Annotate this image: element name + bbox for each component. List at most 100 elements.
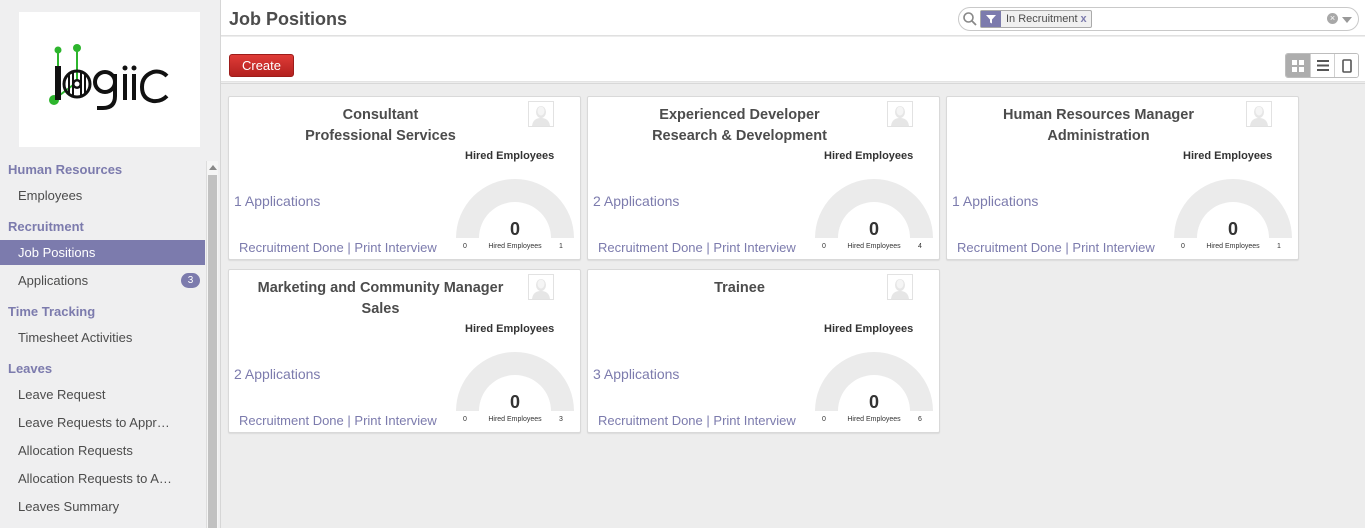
company-logo[interactable] xyxy=(19,12,200,147)
gauge-value: 0 xyxy=(868,219,879,239)
gauge-value: 0 xyxy=(868,392,879,412)
search-facet[interactable]: In Recruitment x xyxy=(980,10,1092,28)
sidebar-item-label: Allocation Requests xyxy=(18,443,133,458)
applications-link[interactable]: 2 Applications xyxy=(234,366,320,382)
gauge-title: Hired Employees xyxy=(847,416,901,423)
sidebar-section-time-tracking[interactable]: Time Tracking xyxy=(8,304,95,319)
gauge-title: Hired Employees xyxy=(488,243,542,250)
search-icon[interactable] xyxy=(962,11,978,27)
job-position-card[interactable]: Experienced Developer Research & Develop… xyxy=(587,96,940,260)
job-title[interactable]: Human Resources Manager Administration xyxy=(957,105,1240,147)
job-position-card[interactable]: Trainee Hired Employees 3 Applications R… xyxy=(587,269,940,433)
job-position-card[interactable]: Consultant Professional Services Hired E… xyxy=(228,96,581,260)
recruitment-done-link[interactable]: Recruitment Done xyxy=(598,413,703,428)
applications-link[interactable]: 1 Applications xyxy=(952,193,1038,209)
card-actions: Recruitment Done | Print Interview xyxy=(598,240,796,255)
form-view-button[interactable] xyxy=(1334,54,1358,77)
job-department: Sales xyxy=(361,301,400,317)
job-title[interactable]: Marketing and Community Manager Sales xyxy=(239,278,522,320)
gauge-max: 1 xyxy=(1277,243,1281,250)
applications-link[interactable]: 3 Applications xyxy=(593,366,679,382)
sidebar-item-label: Leaves Summary xyxy=(18,499,120,514)
recruitment-done-link[interactable]: Recruitment Done xyxy=(598,240,703,255)
gauge-title: Hired Employees xyxy=(847,243,901,250)
recruitment-done-link[interactable]: Recruitment Done xyxy=(239,240,344,255)
view-switcher xyxy=(1285,53,1359,78)
sidebar-item-leave-request[interactable]: Leave Request xyxy=(0,382,205,407)
sidebar-item-applications[interactable]: Applications 3 xyxy=(0,268,205,293)
job-department: Research & Development xyxy=(652,128,827,144)
search-input[interactable]: In Recruitment x × xyxy=(958,7,1359,31)
control-bar: Create xyxy=(221,37,1365,82)
job-title[interactable]: Consultant Professional Services xyxy=(239,105,522,147)
avatar-icon xyxy=(528,274,554,300)
gauge-title: Hired Employees xyxy=(488,416,542,423)
sidebar-item-leaves-summary[interactable]: Leaves Summary xyxy=(0,494,205,519)
scroll-up-icon[interactable] xyxy=(209,165,217,170)
hired-employees-label: Hired Employees xyxy=(465,323,555,335)
job-department: Administration xyxy=(1047,128,1150,144)
gauge-max: 1 xyxy=(559,243,563,250)
hired-employees-label: Hired Employees xyxy=(1183,150,1273,162)
sidebar-item-allocation-requests-to-approve[interactable]: Allocation Requests to A… xyxy=(0,466,205,491)
job-title[interactable]: Experienced Developer Research & Develop… xyxy=(598,105,881,147)
gauge-max: 6 xyxy=(918,416,922,423)
sidebar-item-job-positions[interactable]: Job Positions xyxy=(0,240,205,265)
job-title[interactable]: Trainee xyxy=(598,278,881,299)
kanban-view-icon xyxy=(1292,59,1304,72)
gauge-min: 0 xyxy=(822,416,826,423)
page-title: Job Positions xyxy=(229,9,348,29)
list-view-button[interactable] xyxy=(1310,54,1334,77)
avatar-icon xyxy=(887,101,913,127)
sidebar-item-timesheet-activities[interactable]: Timesheet Activities xyxy=(0,325,205,350)
recruitment-done-link[interactable]: Recruitment Done xyxy=(239,413,344,428)
gauge-value: 0 xyxy=(509,219,520,239)
sidebar-section-human-resources[interactable]: Human Resources xyxy=(8,162,122,177)
sidebar-item-label: Employees xyxy=(18,188,83,203)
print-interview-link[interactable]: Print Interview xyxy=(713,413,795,428)
scrollbar-thumb[interactable] xyxy=(208,175,217,528)
gauge-max: 4 xyxy=(918,243,922,250)
kanban-view-button[interactable] xyxy=(1286,54,1310,77)
sidebar-item-label: Job Positions xyxy=(18,245,96,260)
gauge-title: Hired Employees xyxy=(1206,243,1260,250)
facet-remove-button[interactable]: x xyxy=(1081,13,1091,25)
filter-icon xyxy=(981,11,1001,27)
applications-count-badge: 3 xyxy=(181,273,200,288)
list-view-icon xyxy=(1316,60,1329,71)
create-button[interactable]: Create xyxy=(229,54,294,77)
gauge-max: 3 xyxy=(559,416,563,423)
sidebar-item-leave-requests-to-approve[interactable]: Leave Requests to Appr… xyxy=(0,410,205,435)
applications-link[interactable]: 2 Applications xyxy=(593,193,679,209)
hired-employees-label: Hired Employees xyxy=(824,323,914,335)
sidebar-item-label: Allocation Requests to A… xyxy=(18,471,172,486)
print-interview-link[interactable]: Print Interview xyxy=(1072,240,1154,255)
print-interview-link[interactable]: Print Interview xyxy=(354,240,436,255)
action-separator: | xyxy=(347,413,351,428)
job-name: Experienced Developer xyxy=(659,107,820,123)
sidebar-scrollbar[interactable] xyxy=(206,161,218,528)
sidebar-section-recruitment[interactable]: Recruitment xyxy=(8,219,84,234)
print-interview-link[interactable]: Print Interview xyxy=(713,240,795,255)
gauge-value: 0 xyxy=(1227,219,1238,239)
job-department: Professional Services xyxy=(305,128,456,144)
sidebar-item-label: Applications xyxy=(18,273,89,288)
print-interview-link[interactable]: Print Interview xyxy=(354,413,436,428)
sidebar-item-allocation-requests[interactable]: Allocation Requests xyxy=(0,438,205,463)
hired-employees-label: Hired Employees xyxy=(465,150,555,162)
clear-search-icon[interactable]: × xyxy=(1327,13,1338,24)
job-name: Marketing and Community Manager xyxy=(257,280,504,296)
card-actions: Recruitment Done | Print Interview xyxy=(239,413,437,428)
applications-link[interactable]: 1 Applications xyxy=(234,193,320,209)
top-bar: Job Positions In Recruitment x × xyxy=(221,0,1365,36)
sidebar-item-label: Timesheet Activities xyxy=(18,330,133,345)
job-name: Human Resources Manager xyxy=(1003,107,1194,123)
job-name: Consultant xyxy=(342,107,419,123)
job-position-card[interactable]: Marketing and Community Manager Sales Hi… xyxy=(228,269,581,433)
recruitment-done-link[interactable]: Recruitment Done xyxy=(957,240,1062,255)
job-position-card[interactable]: Human Resources Manager Administration H… xyxy=(946,96,1299,260)
gauge-min: 0 xyxy=(1181,243,1185,250)
sidebar-item-employees[interactable]: Employees xyxy=(0,183,205,208)
sidebar-section-leaves[interactable]: Leaves xyxy=(8,361,52,376)
search-dropdown-icon[interactable] xyxy=(1342,17,1352,23)
